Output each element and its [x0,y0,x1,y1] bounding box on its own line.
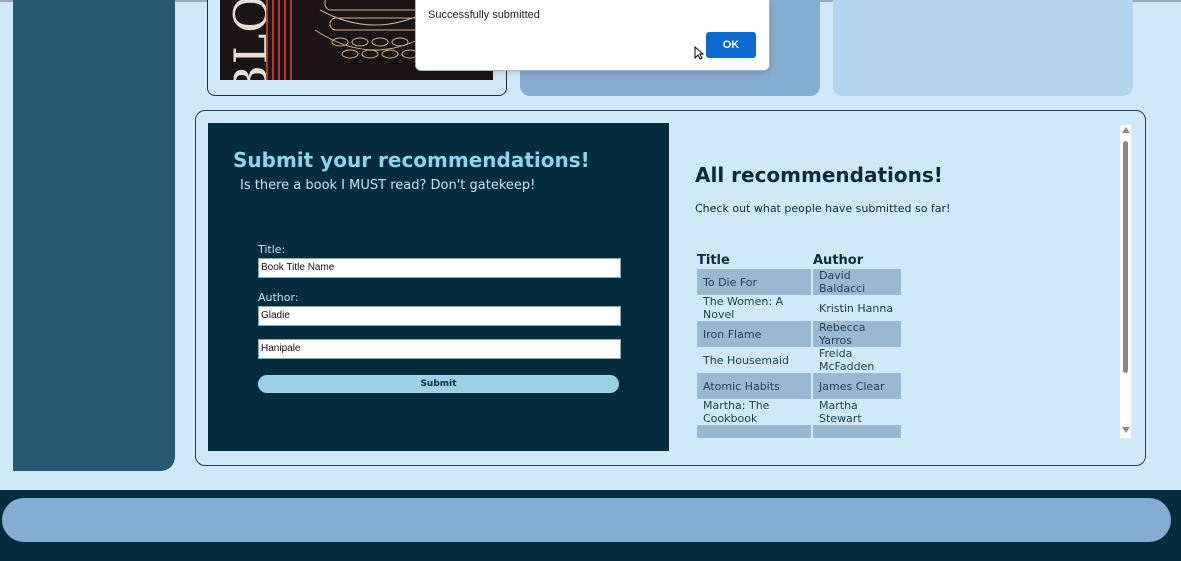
recommendations-title: All recommendations! [695,163,943,187]
submit-form-section: Submit your recommendations! Is there a … [208,123,669,451]
mouse-pointer-icon [694,46,704,60]
cell-author: David Baldacci [813,269,901,295]
cell-title: The Housemaid [703,353,789,367]
recommendations-subtitle: Check out what people have submitted so … [695,202,951,215]
cell-title: Atomic Habits [697,373,811,399]
cell-title: Iron Flame [697,321,811,347]
cell-title [697,425,811,438]
cell-title: The Women: A Novel [703,295,784,321]
cell-author: Kristin Hanna [819,301,894,315]
title-input[interactable]: Book Title Name [258,258,621,278]
scroll-down-arrow-icon[interactable] [1122,427,1130,433]
cell-author [813,425,901,438]
recommendations-scrollbar[interactable] [1120,125,1131,438]
recommendations-section: All recommendations! Check out what peop… [670,123,1132,438]
column-header-author: Author [813,252,864,268]
table-row: The Women: A Novel Kristin Hanna [697,295,901,321]
footer-bar [2,498,1171,542]
form-title: Submit your recommendations! [233,148,590,172]
table-row: Atomic Habits James Clear [697,373,901,399]
scroll-thumb[interactable] [1123,141,1128,373]
recommendations-table: Title Author To Die For David Baldacci T… [695,251,903,438]
author-last-name-input[interactable]: Hanipale [258,339,621,359]
cell-author: Martha Stewart [819,399,862,425]
alert-message: Successfully submitted [428,9,540,21]
form-subtitle: Is there a book I MUST read? Don't gatek… [240,178,536,193]
cell-title: Martha: The Cookbook [703,399,770,425]
sidebar [13,0,175,471]
table-row: Iron Flame Rebecca Yarros [697,321,901,347]
column-header-title: Title [697,252,730,268]
cell-author: Freida McFadden [819,347,875,373]
title-label: Title: [258,243,286,256]
submit-button[interactable]: Submit [258,375,619,393]
table-row: The Housemaid Freida McFadden [697,347,901,373]
author-first-name-input[interactable]: Gladie [258,306,621,326]
table-row [697,425,901,438]
cell-title: To Die For [697,269,811,295]
author-label: Author: [258,291,299,304]
ok-button[interactable]: OK [706,32,756,58]
table-row: Martha: The Cookbook Martha Stewart [697,399,901,425]
alert-dialog: Successfully submitted OK [415,0,770,71]
scroll-up-arrow-icon[interactable] [1122,127,1130,133]
right-card [833,0,1133,96]
cell-author: Rebecca Yarros [813,321,901,347]
cell-author: James Clear [813,373,901,399]
table-row: To Die For David Baldacci [697,269,901,295]
book-cover-stripes [266,0,296,80]
